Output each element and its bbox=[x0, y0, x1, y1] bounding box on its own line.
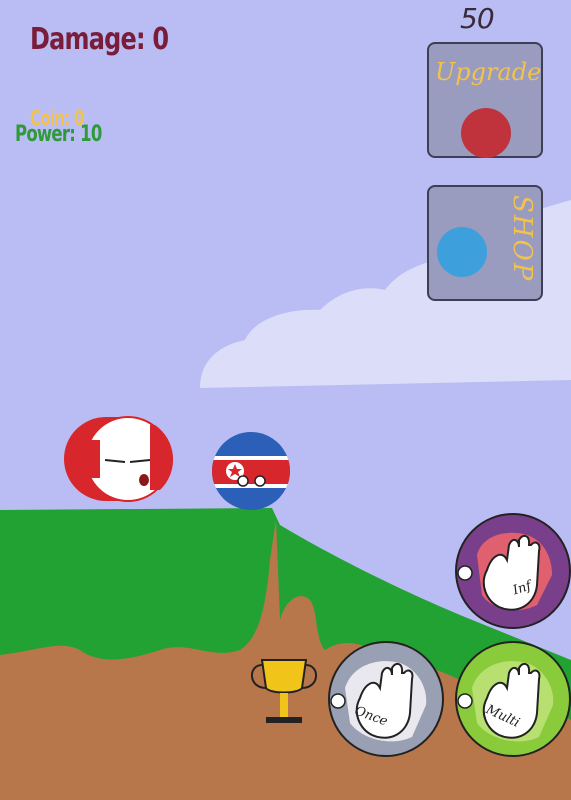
inf-ability-button[interactable]: Inf bbox=[455, 513, 571, 629]
blue-dot-icon bbox=[437, 227, 487, 277]
once-ability-button[interactable]: Once bbox=[328, 641, 444, 757]
power-counter: Power: 10 bbox=[15, 122, 102, 147]
hand-icon bbox=[457, 661, 554, 742]
upgrade-cost: 50 bbox=[460, 2, 495, 35]
hand-icon bbox=[457, 532, 552, 611]
upgrade-button[interactable]: Upgrade bbox=[427, 42, 543, 158]
damage-counter: Damage: 0 bbox=[30, 22, 169, 57]
hand-icon bbox=[330, 661, 427, 742]
peru-ball bbox=[64, 416, 174, 502]
multi-ability-button[interactable]: Multi bbox=[455, 641, 571, 757]
red-dot-icon bbox=[461, 108, 511, 158]
shop-button[interactable]: SHOP bbox=[427, 185, 543, 301]
north-korea-ball bbox=[212, 432, 290, 510]
upgrade-label: Upgrade bbox=[435, 58, 542, 86]
shop-label: SHOP bbox=[507, 195, 537, 283]
